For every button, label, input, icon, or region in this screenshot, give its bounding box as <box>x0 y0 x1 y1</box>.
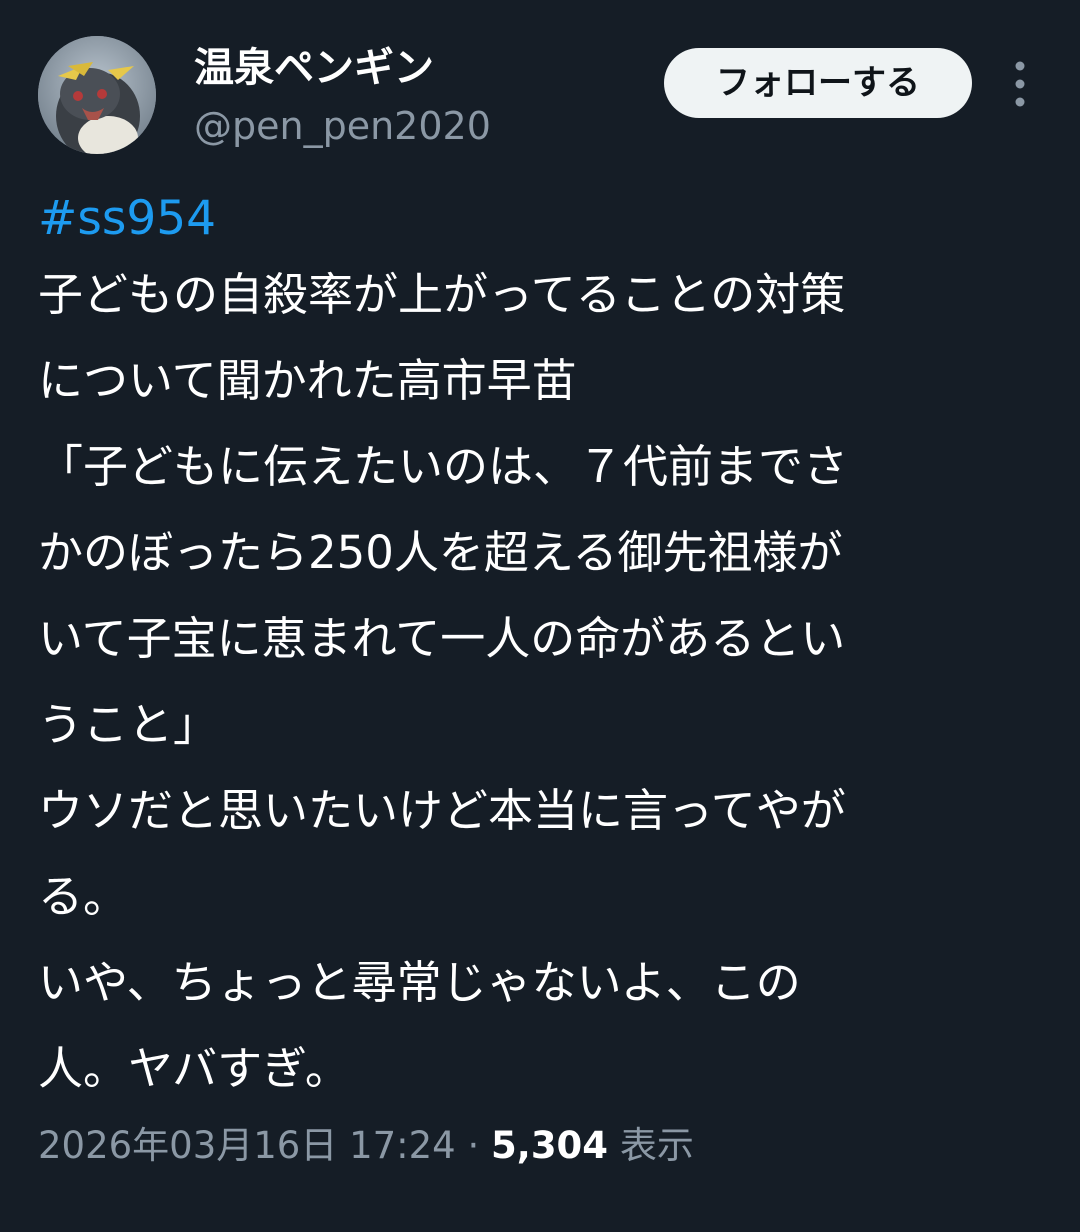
tweet-line: 「子どもに伝えたいのは、７代前までさ <box>38 440 849 493</box>
tweet-meta: 2026年03月16日 17:24 · 5,304 表示 <box>38 1118 694 1174</box>
tweet-line: ウソだと思いたいけど本当に言ってやが <box>38 784 846 837</box>
tweet-detail: 温泉ペンギン @pen_pen2020 フォローする #ss954 子どもの自殺… <box>0 0 1080 1232</box>
tweet-header: 温泉ペンギン @pen_pen2020 フォローする <box>38 36 1048 156</box>
tweet-line: うこと」 <box>38 698 219 751</box>
views-label: 表示 <box>619 1124 694 1167</box>
tweet-line: 人。ヤバすぎ。 <box>38 1042 350 1095</box>
more-options-button[interactable] <box>1002 54 1038 114</box>
follow-button[interactable]: フォローする <box>664 48 972 118</box>
tweet-timestamp[interactable]: 2026年03月16日 17:24 <box>38 1124 456 1167</box>
author-handle[interactable]: @pen_pen2020 <box>194 100 491 152</box>
penguin-avatar-icon <box>38 36 156 154</box>
more-vertical-icon <box>1015 61 1025 107</box>
author-avatar[interactable] <box>38 36 156 154</box>
tweet-text: #ss954 子どもの自殺率が上がってることの対策 について聞かれた高市早苗 「… <box>38 186 1038 1112</box>
meta-separator: · <box>467 1124 480 1167</box>
tweet-line: かのぼったら250人を超える御先祖様が <box>38 526 843 579</box>
tweet-line: いて子宝に恵まれて一人の命があるとい <box>38 612 846 665</box>
author-display-name[interactable]: 温泉ペンギン <box>194 40 434 96</box>
tweet-line: いや、ちょっと尋常じゃないよ、この <box>38 956 801 1009</box>
tweet-line: る。 <box>38 870 129 923</box>
tweet-line: 子どもの自殺率が上がってることの対策 <box>38 268 846 321</box>
hashtag-link[interactable]: #ss954 <box>38 186 1038 252</box>
tweet-line: について聞かれた高市早苗 <box>38 354 577 407</box>
views-count: 5,304 <box>491 1124 609 1167</box>
